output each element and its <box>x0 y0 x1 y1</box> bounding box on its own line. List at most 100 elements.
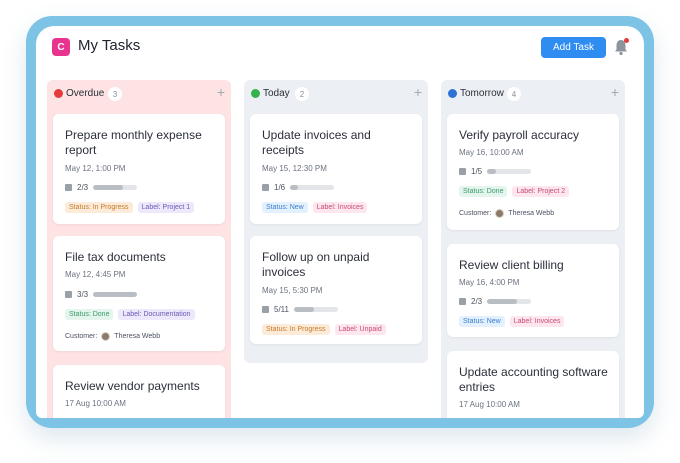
tag-list: Status: Done Label: Project 2 <box>459 186 570 197</box>
checklist-icon <box>65 183 72 191</box>
progress-fill <box>487 168 496 174</box>
column-title: Tomorrow <box>460 88 504 99</box>
subtask-progress: 1/6 <box>262 182 335 192</box>
column-count: 3 <box>108 87 122 101</box>
progress-bar <box>487 298 532 304</box>
status-badge: Status: New <box>262 202 308 213</box>
task-date: 17 Aug 10:00 AM <box>65 399 126 408</box>
customer-row: Customer: Theresa Webb <box>65 332 160 341</box>
add-task-button[interactable]: Add Task <box>541 37 606 58</box>
task-date: May 16, 10:00 AM <box>459 148 524 157</box>
app-header: C My Tasks Add Task <box>36 26 644 80</box>
avatar <box>495 209 505 218</box>
progress-bar <box>93 184 138 190</box>
tomorrow-status-icon <box>448 89 457 98</box>
task-title: Prepare monthly expense report <box>65 128 202 157</box>
progress-fill <box>290 184 298 190</box>
subtask-progress: 3/3 <box>65 289 138 299</box>
column-overdue: Overdue 3 + Prepare monthly expense repo… <box>47 80 231 418</box>
add-card-icon[interactable]: + <box>611 85 619 99</box>
progress-fill <box>487 298 517 304</box>
overdue-status-icon <box>54 89 63 98</box>
task-title: Review client billing <box>459 258 564 272</box>
label-badge: Label: Project 1 <box>137 202 195 213</box>
task-card[interactable]: Update accounting software entries 17 Au… <box>447 351 619 418</box>
label-badge: Label: Unpaid <box>334 324 386 335</box>
subtask-count: 5/11 <box>274 304 289 314</box>
subtask-progress: 5/11 <box>262 304 338 314</box>
customer-name: Theresa Webb <box>508 210 555 217</box>
column-count: 4 <box>507 87 521 101</box>
column-header: Overdue 3 + <box>47 80 231 108</box>
checklist-icon <box>459 297 466 305</box>
column-count: 2 <box>295 87 309 101</box>
add-card-icon[interactable]: + <box>217 85 225 99</box>
task-title: Review vendor payments <box>65 379 200 393</box>
customer-label: Customer: <box>459 210 492 217</box>
task-title: File tax documents <box>65 250 166 264</box>
label-badge: Label: Invoices <box>509 316 565 327</box>
subtask-progress: 2/3 <box>459 296 532 306</box>
subtask-count: 2/3 <box>471 296 483 306</box>
app-logo: C <box>52 38 70 56</box>
tag-list: Status: In Progress Label: Unpaid <box>262 324 386 335</box>
subtask-count: 2/3 <box>77 182 89 192</box>
label-badge: Label: Documentation <box>118 309 195 320</box>
page-title: My Tasks <box>78 37 141 54</box>
task-title: Update accounting software entries <box>459 365 608 394</box>
task-card[interactable]: Follow up on unpaid invoices May 15, 5:3… <box>250 236 422 344</box>
customer-name: Theresa Webb <box>114 333 161 340</box>
task-date: May 15, 5:30 PM <box>262 286 323 295</box>
task-card[interactable]: Review client billing May 16, 4:00 PM 2/… <box>447 244 619 337</box>
task-date: May 12, 4:45 PM <box>65 270 126 279</box>
subtask-count: 1/6 <box>274 182 286 192</box>
status-badge: Status: Done <box>65 309 114 320</box>
checklist-icon <box>262 305 269 313</box>
checklist-icon <box>262 183 269 191</box>
tag-list: Status: In Progress Label: Project 1 <box>65 202 195 213</box>
subtask-count: 1/5 <box>471 166 483 176</box>
task-card[interactable]: Review vendor payments 17 Aug 10:00 AM <box>53 365 225 418</box>
column-header: Today 2 + <box>244 80 428 108</box>
task-card[interactable]: Prepare monthly expense report May 12, 1… <box>53 114 225 224</box>
task-title: Update invoices and receipts <box>262 128 371 157</box>
status-badge: Status: Done <box>459 186 508 197</box>
notification-dot <box>624 38 629 43</box>
column-today: Today 2 + Update invoices and receipts M… <box>244 80 428 363</box>
task-card[interactable]: Update invoices and receipts May 15, 12:… <box>250 114 422 224</box>
status-badge: Status: In Progress <box>262 324 330 335</box>
customer-label: Customer: <box>65 333 98 340</box>
subtask-progress: 2/3 <box>65 182 138 192</box>
progress-bar <box>487 168 532 174</box>
column-title: Today <box>263 88 290 99</box>
subtask-progress: 1/5 <box>459 166 532 176</box>
status-badge: Status: New <box>459 316 505 327</box>
task-card[interactable]: File tax documents May 12, 4:45 PM 3/3 S… <box>53 236 225 351</box>
task-title: Follow up on unpaid invoices <box>262 250 370 279</box>
task-card[interactable]: Verify payroll accuracy May 16, 10:00 AM… <box>447 114 619 230</box>
checklist-icon <box>65 290 72 298</box>
progress-fill <box>293 306 314 312</box>
today-status-icon <box>251 89 260 98</box>
column-title: Overdue <box>66 88 105 99</box>
task-date: 17 Aug 10:00 AM <box>459 400 520 409</box>
task-title: Verify payroll accuracy <box>459 128 580 142</box>
tag-list: Status: Done Label: Documentation <box>65 309 195 320</box>
customer-row: Customer: Theresa Webb <box>459 209 554 218</box>
column-tomorrow: Tomorrow 4 + Verify payroll accuracy May… <box>441 80 625 418</box>
label-badge: Label: Invoices <box>312 202 368 213</box>
add-card-icon[interactable]: + <box>414 85 422 99</box>
task-date: May 12, 1:00 PM <box>65 164 126 173</box>
progress-bar <box>290 184 335 190</box>
progress-bar <box>293 306 338 312</box>
checklist-icon <box>459 167 466 175</box>
avatar <box>101 332 111 341</box>
tag-list: Status: New Label: Invoices <box>262 202 368 213</box>
label-badge: Label: Project 2 <box>512 186 570 197</box>
app-window: C My Tasks Add Task Overdue 3 + Prepare … <box>36 26 644 418</box>
subtask-count: 3/3 <box>77 289 89 299</box>
column-header: Tomorrow 4 + <box>441 80 625 108</box>
progress-bar <box>93 291 138 297</box>
task-date: May 16, 4:00 PM <box>459 278 520 287</box>
progress-fill <box>93 184 123 190</box>
